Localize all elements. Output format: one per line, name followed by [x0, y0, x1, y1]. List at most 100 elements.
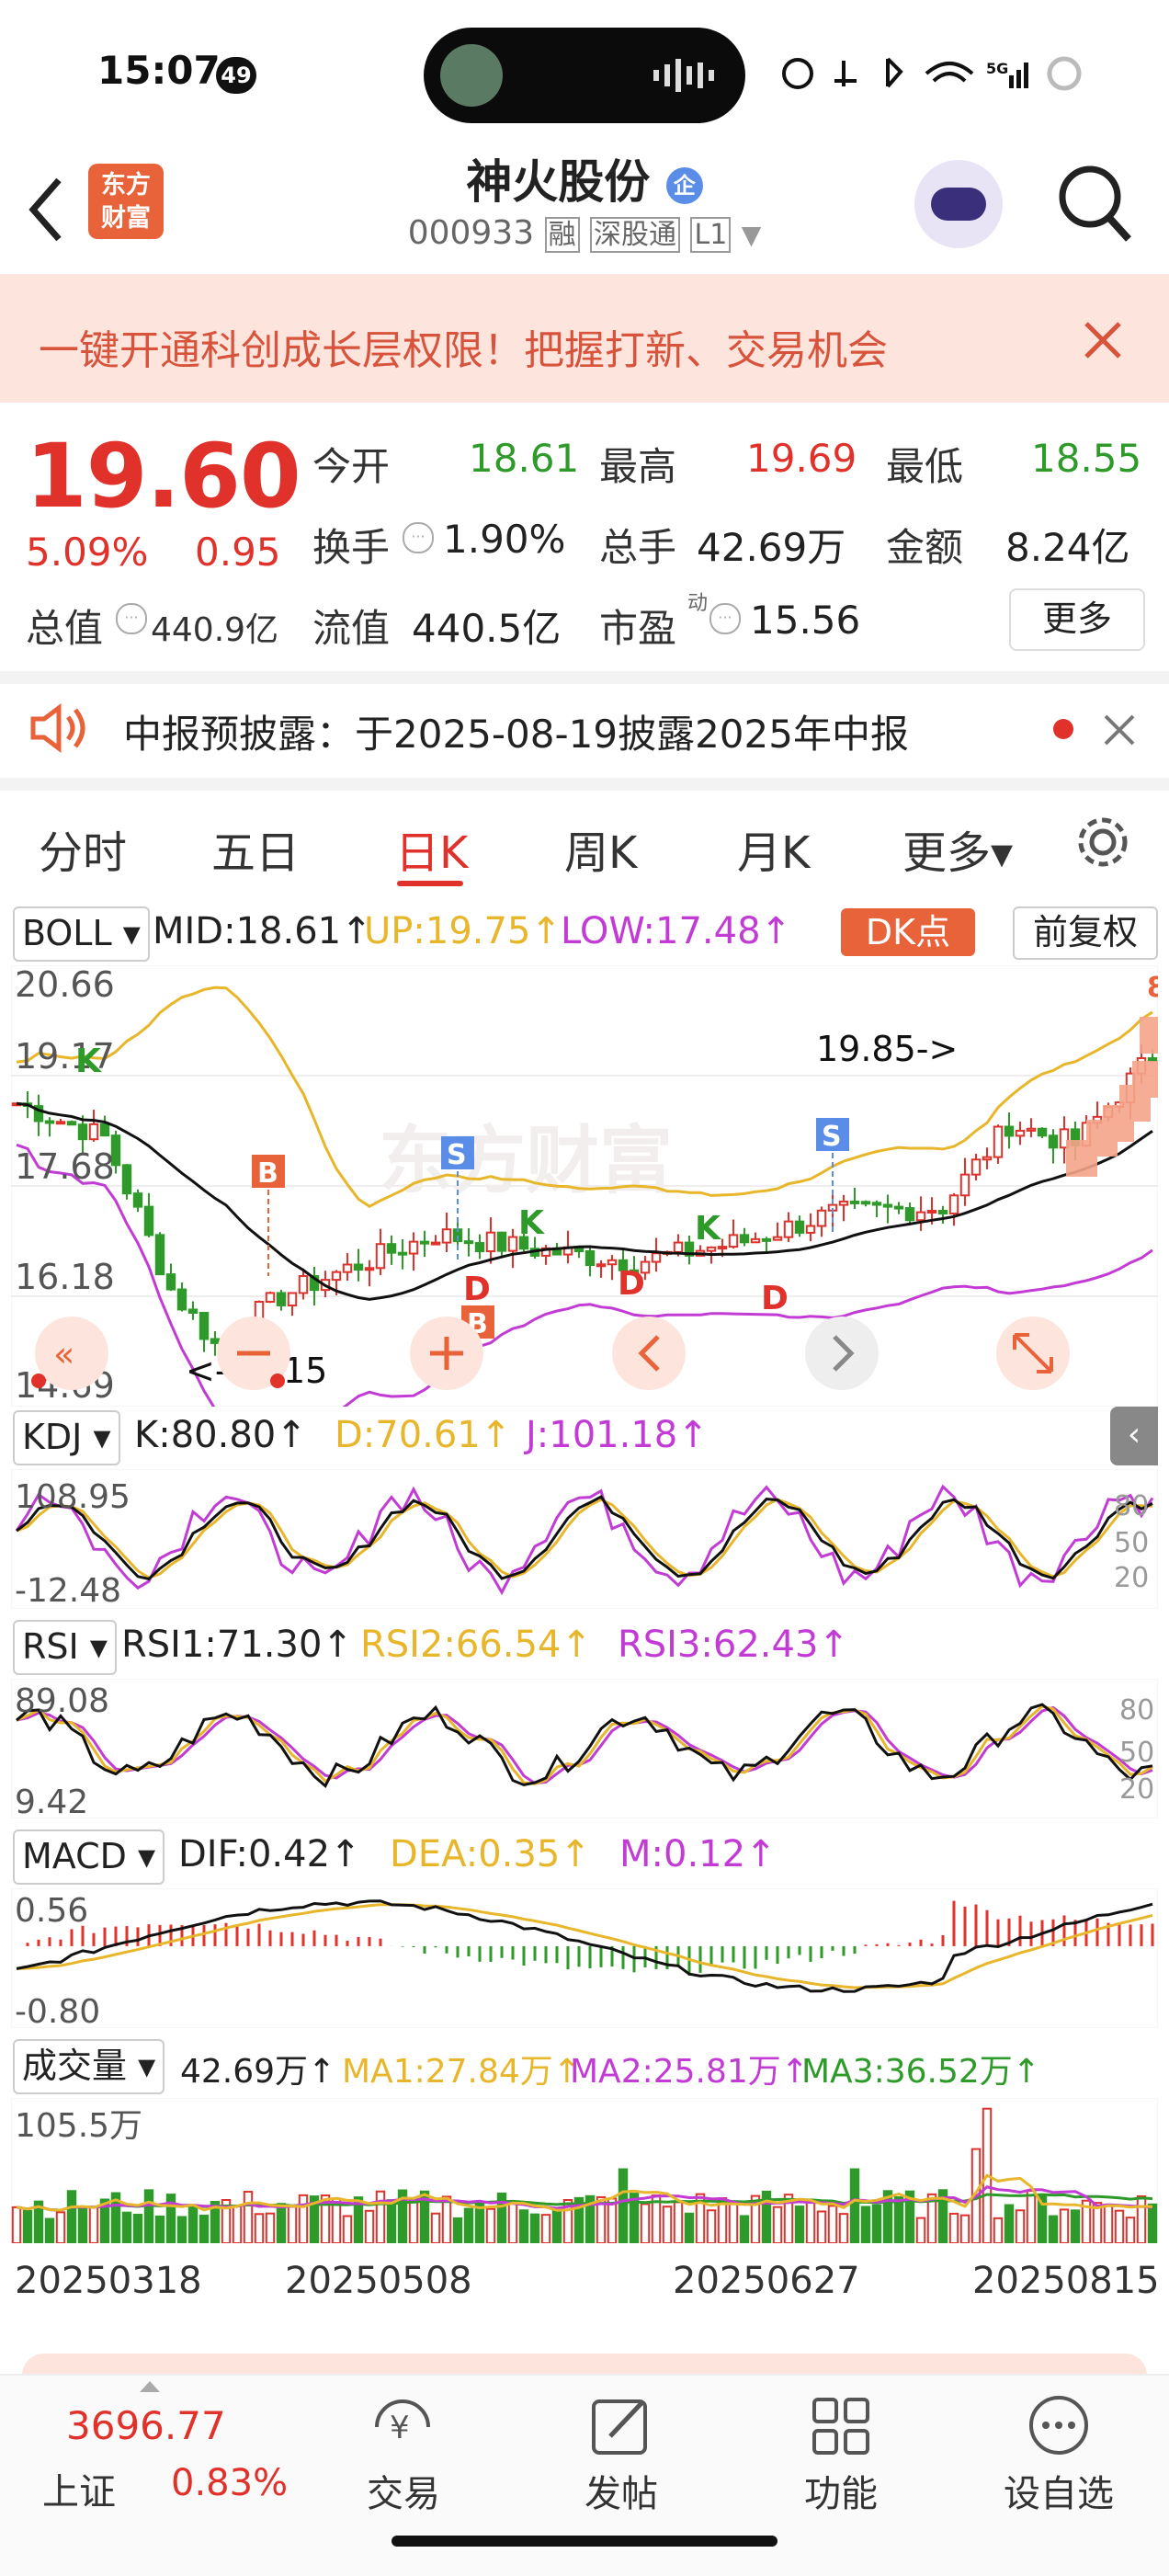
candle	[1048, 1134, 1059, 1149]
high-label: 最高	[599, 444, 677, 489]
kdj-selector[interactable]: KDJ ▾	[13, 1410, 120, 1465]
volume-bar	[154, 2215, 165, 2243]
candle	[805, 1225, 816, 1234]
nav-post[interactable]: 发帖	[548, 2464, 695, 2517]
candle	[364, 1267, 375, 1271]
candle	[882, 1203, 893, 1208]
dk-point-button[interactable]: DK点	[841, 908, 975, 956]
trade-icon[interactable]: ¥	[368, 2394, 439, 2458]
pe-label: 市盈	[599, 606, 677, 651]
candle	[176, 1288, 187, 1311]
signal-d: D	[761, 1280, 789, 1317]
volume-bar	[871, 2204, 882, 2243]
candle	[99, 1123, 110, 1137]
kline-chart[interactable]: 东方财富 20.66 19.17 17.68 16.18 14.69 19.85…	[11, 965, 1158, 1407]
notice-text[interactable]: 中报预披露：于2025-08-19披露2025年中报	[123, 703, 909, 759]
volume-bar	[55, 2211, 66, 2243]
info-icon[interactable]: ···	[709, 603, 741, 634]
rsi-y-bottom: 9.42	[15, 1784, 88, 1818]
add-watchlist-icon[interactable]	[1026, 2394, 1092, 2458]
volume-bar	[1114, 2209, 1125, 2243]
candle	[342, 1263, 353, 1273]
volume-bar	[1048, 2215, 1059, 2243]
index-value[interactable]: 3696.77	[66, 2403, 226, 2448]
candle	[970, 1158, 982, 1176]
more-button[interactable]: 更多	[1009, 588, 1145, 651]
kdj-k: K:80.80↑	[134, 1414, 307, 1456]
candle	[419, 1240, 430, 1245]
volume-current: 42.69万↑	[180, 2053, 336, 2091]
candle	[485, 1231, 496, 1253]
candle	[893, 1205, 904, 1210]
collapse-panel-button[interactable]: ‹	[1110, 1407, 1158, 1465]
boll-selector[interactable]: BOLL ▾	[13, 906, 150, 962]
tab-five-day[interactable]: 五日	[211, 816, 300, 881]
volume-bar	[276, 2203, 287, 2243]
kdj-y-top: 108.95	[15, 1478, 131, 1516]
promo-banner-text[interactable]: 一键开通科创成长层权限！把握打新、交易机会	[39, 317, 888, 376]
boll-name: BOLL	[22, 913, 112, 953]
signal-s: S	[447, 1139, 467, 1171]
tab-monthly-k[interactable]: 月K	[737, 816, 810, 881]
info-icon[interactable]: ···	[403, 522, 434, 553]
kdj-j: J:101.18↑	[526, 1414, 709, 1456]
volume-selector[interactable]: 成交量 ▾	[13, 2039, 165, 2094]
rsi-2: RSI2:66.54↑	[360, 1624, 592, 1666]
candle	[816, 1209, 827, 1227]
kdj-y-bottom: -12.48	[15, 1572, 121, 1609]
nav-add-watchlist[interactable]: 设自选	[985, 2464, 1132, 2517]
tab-daily-k[interactable]: 日K	[395, 816, 468, 881]
info-icon[interactable]: ···	[116, 603, 147, 634]
tab-more[interactable]: 更多▾	[902, 816, 1013, 881]
speaker-icon	[30, 703, 85, 753]
watermark: 东方财富	[379, 1118, 673, 1203]
post-edit-icon[interactable]	[588, 2394, 654, 2458]
boll-mid: MID:18.61↑	[153, 910, 372, 952]
candle	[728, 1234, 739, 1248]
volume-bar	[860, 2206, 871, 2243]
volume-bar	[640, 2203, 651, 2243]
volume-bar	[77, 2207, 88, 2243]
volume-bar	[254, 2213, 265, 2243]
candle	[441, 1228, 452, 1244]
grid-apps-icon[interactable]	[809, 2394, 875, 2458]
signal-b: B	[257, 1157, 278, 1190]
tab-intraday[interactable]: 分时	[39, 816, 127, 881]
stock-name: 神火股份	[466, 155, 651, 209]
index-name[interactable]: 上证	[42, 2462, 116, 2515]
pe-value: 15.56	[750, 598, 861, 643]
rsi-ref-80: 80	[1119, 1694, 1154, 1727]
signal-k: K	[75, 1043, 102, 1080]
macd-selector[interactable]: MACD ▾	[13, 1829, 165, 1885]
nav-trade[interactable]: 交易	[330, 2464, 477, 2517]
candle	[750, 1237, 761, 1244]
candle	[838, 1200, 849, 1206]
settings-gear-icon[interactable]	[1073, 813, 1132, 872]
volume-bar	[1070, 2209, 1081, 2243]
index-pct[interactable]: 0.83%	[171, 2462, 288, 2504]
dropdown-icon[interactable]: ▼	[742, 220, 762, 250]
candle	[55, 1121, 66, 1125]
volume-bar	[375, 2190, 386, 2243]
signal-d: D	[463, 1271, 491, 1308]
tab-weekly-k[interactable]: 周K	[564, 816, 637, 881]
volume-y-top: 105.5万	[15, 2107, 142, 2145]
nav-functions[interactable]: 功能	[767, 2464, 914, 2517]
y-tick-3: 17.68	[15, 1146, 115, 1187]
volume-bar	[408, 2197, 419, 2243]
level-tag: L1	[690, 217, 732, 253]
rsi-selector[interactable]: RSI ▾	[13, 1620, 117, 1675]
close-notice-icon[interactable]	[1103, 713, 1136, 747]
mktcap-label: 总值	[26, 606, 104, 651]
volume-bar	[827, 2205, 838, 2243]
candle	[860, 1201, 871, 1205]
low-label: 最低	[886, 444, 964, 489]
volume-bar	[386, 2199, 397, 2243]
close-banner-icon[interactable]	[1083, 320, 1123, 360]
price-adjust-button[interactable]: 前复权	[1013, 906, 1158, 960]
volume-bar	[298, 2194, 309, 2243]
volume-bar	[1147, 2203, 1158, 2243]
volume-bar	[816, 2210, 827, 2243]
candle	[937, 1209, 948, 1214]
candle	[187, 1308, 199, 1314]
